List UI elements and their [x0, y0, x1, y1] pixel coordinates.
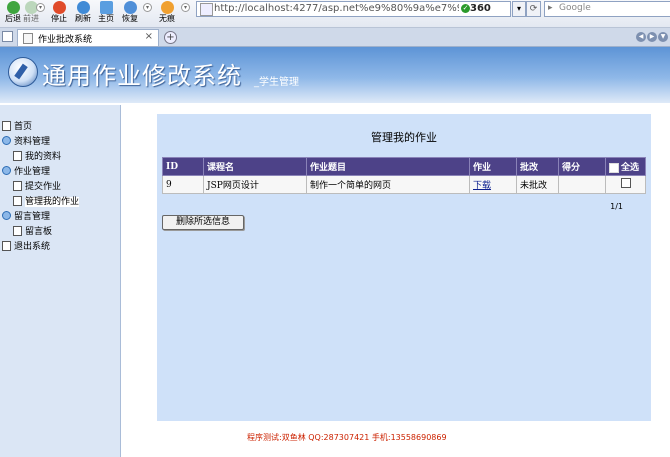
table-header-row: ID 课程名 作业题目 作业 批改 得分 全选: [162, 157, 646, 176]
close-tab-icon[interactable]: ×: [145, 31, 153, 42]
cell-score: [558, 175, 606, 194]
new-tab-icon[interactable]: +: [164, 31, 177, 44]
restore-dropdown-icon[interactable]: ▾: [143, 3, 152, 12]
cell-status: 未批改: [516, 175, 559, 194]
sidebar-item-my-profile[interactable]: 我的资料: [2, 150, 79, 165]
page-title: 管理我的作业: [371, 131, 437, 144]
tab-list-icon[interactable]: [2, 31, 13, 42]
page-icon: [2, 120, 11, 131]
col-header-course: 课程名: [203, 157, 307, 176]
col-header-select-all[interactable]: 全选: [605, 157, 646, 176]
folder-icon: [2, 211, 11, 220]
cell-course: JSP网页设计: [203, 175, 307, 194]
search-engine-icon: ▸: [548, 3, 553, 13]
page-header: 通用作业修改系统 _学生管理: [0, 47, 670, 103]
nav-tree: 首页 资料管理 我的资料 作业管理 提交作业 管理我的作业 留言管理 留言板 退…: [2, 120, 80, 255]
page-icon: [200, 3, 213, 16]
security-badge[interactable]: ✓ 360: [461, 3, 491, 14]
address-url[interactable]: http://localhost:4277/asp.net%e9%80%9a%e…: [214, 3, 459, 14]
footer-contact: 程序测试:双鱼林 QQ:287307421 手机:13558690869: [247, 433, 447, 442]
restore-icon: [123, 1, 137, 14]
download-link[interactable]: 下载: [473, 181, 491, 191]
history-dropdown-icon[interactable]: ▾: [36, 3, 45, 12]
folder-icon: [2, 166, 11, 175]
sidebar-item-home[interactable]: 首页: [2, 120, 79, 135]
page-icon: [13, 225, 22, 236]
select-all-checkbox[interactable]: [609, 162, 619, 173]
incognito-dropdown-icon[interactable]: ▾: [181, 3, 190, 12]
page-indicator: 1/1: [610, 202, 623, 211]
cell-id: 9: [162, 175, 204, 194]
page-icon: [23, 33, 33, 44]
stop-button[interactable]: 停止: [46, 0, 72, 27]
cell-topic: 制作一个简单的网页: [306, 175, 470, 194]
sidebar-item-logout[interactable]: 退出系统: [2, 240, 79, 255]
col-header-id: ID: [162, 157, 204, 176]
homework-table: ID 课程名 作业题目 作业 批改 得分 全选 9 JSP网页设计 制作一个简单…: [162, 157, 646, 194]
system-subtitle: _学生管理: [254, 77, 299, 88]
sidebar-item-submit-homework[interactable]: 提交作业: [2, 180, 79, 195]
tab-scroll-controls: ◀ ▶ ▼: [635, 31, 668, 42]
tab-menu-icon[interactable]: ▼: [658, 32, 668, 42]
incognito-button[interactable]: 无痕: [154, 0, 180, 27]
page-icon: [13, 195, 22, 206]
search-placeholder: Google: [559, 3, 591, 13]
refresh-icon: [76, 1, 90, 14]
folder-icon: [2, 136, 11, 145]
address-refresh-button[interactable]: ⟳: [526, 1, 541, 17]
search-box[interactable]: ▸ Google: [544, 1, 670, 17]
page-icon: [13, 180, 22, 191]
row-checkbox[interactable]: [620, 178, 631, 188]
home-icon: [99, 1, 113, 14]
sidebar-item-profile-mgmt[interactable]: 资料管理: [2, 135, 79, 150]
sidebar: 首页 资料管理 我的资料 作业管理 提交作业 管理我的作业 留言管理 留言板 退…: [0, 105, 121, 457]
sidebar-item-message-mgmt[interactable]: 留言管理: [2, 210, 79, 225]
incognito-icon: [160, 1, 174, 14]
col-header-file: 作业: [469, 157, 517, 176]
sidebar-item-manage-homework[interactable]: 管理我的作业: [2, 195, 80, 210]
tab-bar: 作业批改系统 × + ◀ ▶ ▼: [0, 28, 670, 47]
cell-file: 下载: [469, 175, 517, 194]
col-header-status: 批改: [516, 157, 559, 176]
table-row: 9 JSP网页设计 制作一个简单的网页 下载 未批改: [162, 175, 646, 194]
cell-select: [605, 175, 646, 194]
stop-icon: [52, 1, 66, 14]
shield-check-icon: ✓: [461, 3, 470, 13]
sidebar-item-message-board[interactable]: 留言板: [2, 225, 79, 240]
col-header-score: 得分: [558, 157, 606, 176]
edit-logo-icon: [8, 57, 38, 87]
tab-active[interactable]: 作业批改系统 ×: [17, 29, 159, 46]
main-content: 管理我的作业 ID 课程名 作业题目 作业 批改 得分 全选 9 JSP网页设计…: [157, 114, 651, 421]
page-icon: [2, 240, 11, 251]
col-header-topic: 作业题目: [306, 157, 470, 176]
restore-button[interactable]: 恢复: [117, 0, 143, 27]
address-dropdown-button[interactable]: ▾: [512, 1, 526, 17]
system-title: 通用作业修改系统: [42, 62, 242, 90]
address-bar[interactable]: http://localhost:4277/asp.net%e9%80%9a%e…: [196, 1, 511, 17]
home-button[interactable]: 主页: [93, 0, 119, 27]
tab-scroll-right-icon[interactable]: ▶: [647, 32, 657, 42]
tab-title: 作业批改系统: [38, 35, 93, 45]
delete-selected-button[interactable]: 删除所选信息: [162, 215, 244, 230]
tab-scroll-left-icon[interactable]: ◀: [636, 32, 646, 42]
page-icon: [13, 150, 22, 161]
browser-toolbar: 后退 前进 ▾ 停止 刷新 主页 恢复 ▾ 无痕 ▾ http://localh…: [0, 0, 670, 28]
sidebar-item-homework-mgmt[interactable]: 作业管理: [2, 165, 79, 180]
